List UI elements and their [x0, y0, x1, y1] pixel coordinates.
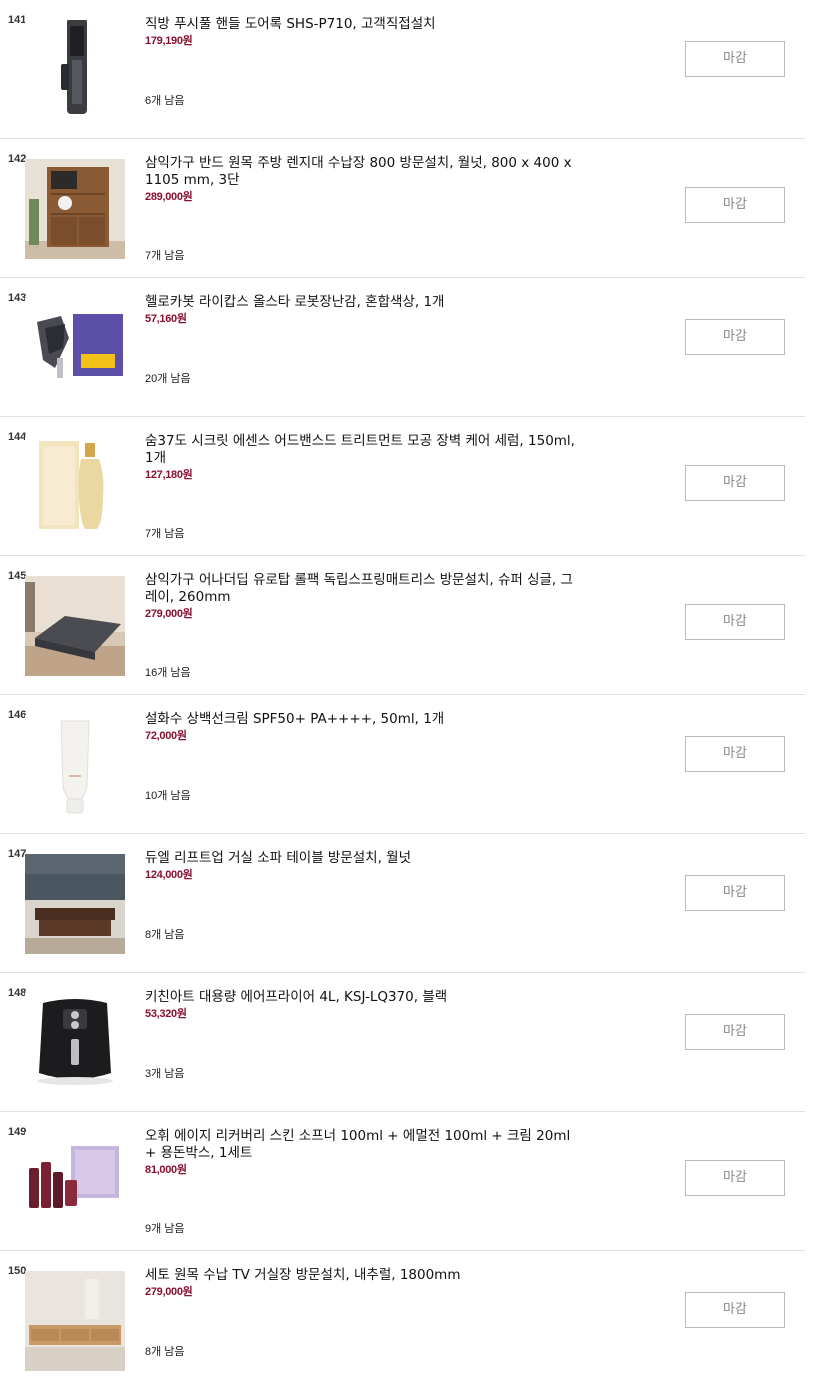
product-image[interactable]	[25, 576, 125, 676]
product-image[interactable]	[25, 1271, 125, 1371]
closed-button[interactable]: 마감	[685, 875, 785, 911]
product-title[interactable]: 삼익가구 반드 원목 주방 렌지대 수납장 800 방문설치, 월넛, 800 …	[145, 155, 585, 206]
list-item: 148 키친아트 대용량 에어프라이어 4L, KSJ-LQ370, 블랙 53…	[0, 973, 805, 1112]
product-image[interactable]	[25, 159, 125, 259]
closed-button[interactable]: 마감	[685, 465, 785, 501]
rank-number: 142	[8, 153, 27, 165]
product-list: 141 직방 푸시풀 핸들 도어록 SHS-P710, 고객직접설치 179,1…	[0, 0, 815, 1389]
list-item: 147 듀엘 리프트업 거실 소파 테이블 방문설치, 월넛 124,000원 …	[0, 834, 805, 973]
list-item: 142 삼익가구 반드 원목 주방 렌지대 수납장 800 방문설치, 월넛, …	[0, 139, 805, 278]
product-name[interactable]: 삼익가구 어나더딥 유로탑 롤팩 독립스프링매트리스 방문설치, 슈퍼 싱글, …	[145, 572, 585, 606]
product-title[interactable]: 오휘 에이지 리커버리 스킨 소프너 100ml + 에멀전 100ml + 크…	[145, 1128, 585, 1179]
product-price: 179,190원	[145, 35, 193, 47]
closed-button[interactable]: 마감	[685, 604, 785, 640]
product-name[interactable]: 직방 푸시풀 핸들 도어록 SHS-P710, 고객직접설치	[145, 16, 585, 33]
product-title[interactable]: 듀엘 리프트업 거실 소파 테이블 방문설치, 월넛 124,000원	[145, 850, 585, 884]
product-title[interactable]: 삼익가구 어나더딥 유로탑 롤팩 독립스프링매트리스 방문설치, 슈퍼 싱글, …	[145, 572, 585, 623]
product-image[interactable]	[25, 993, 125, 1093]
rank-number: 144	[8, 431, 27, 443]
stock-remaining: 7개 남음	[145, 250, 185, 262]
rank-number: 147	[8, 848, 27, 860]
product-image[interactable]	[25, 20, 125, 120]
closed-button[interactable]: 마감	[685, 187, 785, 223]
product-title[interactable]: 헬로카봇 라이캅스 올스타 로봇장난감, 혼합색상, 1개 57,160원	[145, 294, 585, 328]
product-image[interactable]	[25, 298, 125, 398]
list-item: 141 직방 푸시풀 핸들 도어록 SHS-P710, 고객직접설치 179,1…	[0, 0, 805, 139]
product-image[interactable]	[25, 715, 125, 815]
closed-button[interactable]: 마감	[685, 1292, 785, 1328]
product-price: 279,000원	[145, 608, 193, 620]
closed-button[interactable]: 마감	[685, 319, 785, 355]
stock-remaining: 3개 남음	[145, 1068, 185, 1080]
product-price: 57,160원	[145, 313, 187, 325]
product-price: 72,000원	[145, 730, 187, 742]
stock-remaining: 9개 남음	[145, 1223, 185, 1235]
stock-remaining: 7개 남음	[145, 528, 185, 540]
closed-button[interactable]: 마감	[685, 41, 785, 77]
list-item: 143 헬로카봇 라이캅스 올스타 로봇장난감, 혼합색상, 1개 57,160…	[0, 278, 805, 417]
closed-button[interactable]: 마감	[685, 736, 785, 772]
product-price: 279,000원	[145, 1286, 193, 1298]
list-item: 146 설화수 상백선크림 SPF50+ PA++++, 50ml, 1개 72…	[0, 695, 805, 834]
product-name[interactable]: 숨37도 시크릿 에센스 어드밴스드 트리트먼트 모공 장벽 케어 세럼, 15…	[145, 433, 585, 467]
product-price: 127,180원	[145, 469, 193, 481]
rank-number: 145	[8, 570, 27, 582]
product-title[interactable]: 직방 푸시풀 핸들 도어록 SHS-P710, 고객직접설치 179,190원	[145, 16, 585, 50]
stock-remaining: 8개 남음	[145, 929, 185, 941]
stock-remaining: 16개 남음	[145, 667, 191, 679]
product-title[interactable]: 세토 원목 수납 TV 거실장 방문설치, 내추럴, 1800mm 279,00…	[145, 1267, 585, 1301]
rank-number: 146	[8, 709, 27, 721]
product-price: 124,000원	[145, 869, 193, 881]
stock-remaining: 6개 남음	[145, 95, 185, 107]
product-price: 53,320원	[145, 1008, 187, 1020]
product-name[interactable]: 헬로카봇 라이캅스 올스타 로봇장난감, 혼합색상, 1개	[145, 294, 585, 311]
product-title[interactable]: 설화수 상백선크림 SPF50+ PA++++, 50ml, 1개 72,000…	[145, 711, 585, 745]
product-price: 81,000원	[145, 1164, 187, 1176]
list-item: 145 삼익가구 어나더딥 유로탑 롤팩 독립스프링매트리스 방문설치, 슈퍼 …	[0, 556, 805, 695]
rank-number: 143	[8, 292, 27, 304]
product-price: 289,000원	[145, 191, 193, 203]
stock-remaining: 10개 남음	[145, 790, 191, 802]
product-title[interactable]: 키친아트 대용량 에어프라이어 4L, KSJ-LQ370, 블랙 53,320…	[145, 989, 585, 1023]
list-item: 144 숨37도 시크릿 에센스 어드밴스드 트리트먼트 모공 장벽 케어 세럼…	[0, 417, 805, 556]
rank-number: 148	[8, 987, 27, 999]
list-item: 150 세토 원목 수납 TV 거실장 방문설치, 내추럴, 1800mm 27…	[0, 1251, 805, 1389]
product-image[interactable]	[25, 854, 125, 954]
closed-button[interactable]: 마감	[685, 1014, 785, 1050]
product-name[interactable]: 설화수 상백선크림 SPF50+ PA++++, 50ml, 1개	[145, 711, 585, 728]
closed-button[interactable]: 마감	[685, 1160, 785, 1196]
rank-number: 149	[8, 1126, 27, 1138]
product-image[interactable]	[25, 1132, 125, 1232]
rank-number: 150	[8, 1265, 27, 1277]
rank-number: 141	[8, 14, 27, 26]
product-name[interactable]: 듀엘 리프트업 거실 소파 테이블 방문설치, 월넛	[145, 850, 585, 867]
product-image[interactable]	[25, 437, 125, 537]
product-name[interactable]: 키친아트 대용량 에어프라이어 4L, KSJ-LQ370, 블랙	[145, 989, 585, 1006]
product-title[interactable]: 숨37도 시크릿 에센스 어드밴스드 트리트먼트 모공 장벽 케어 세럼, 15…	[145, 433, 585, 484]
product-name[interactable]: 세토 원목 수납 TV 거실장 방문설치, 내추럴, 1800mm	[145, 1267, 585, 1284]
product-name[interactable]: 삼익가구 반드 원목 주방 렌지대 수납장 800 방문설치, 월넛, 800 …	[145, 155, 585, 189]
list-item: 149 오휘 에이지 리커버리 스킨 소프너 100ml + 에멀전 100ml…	[0, 1112, 805, 1251]
stock-remaining: 20개 남음	[145, 373, 191, 385]
stock-remaining: 8개 남음	[145, 1346, 185, 1358]
product-name[interactable]: 오휘 에이지 리커버리 스킨 소프너 100ml + 에멀전 100ml + 크…	[145, 1128, 585, 1162]
